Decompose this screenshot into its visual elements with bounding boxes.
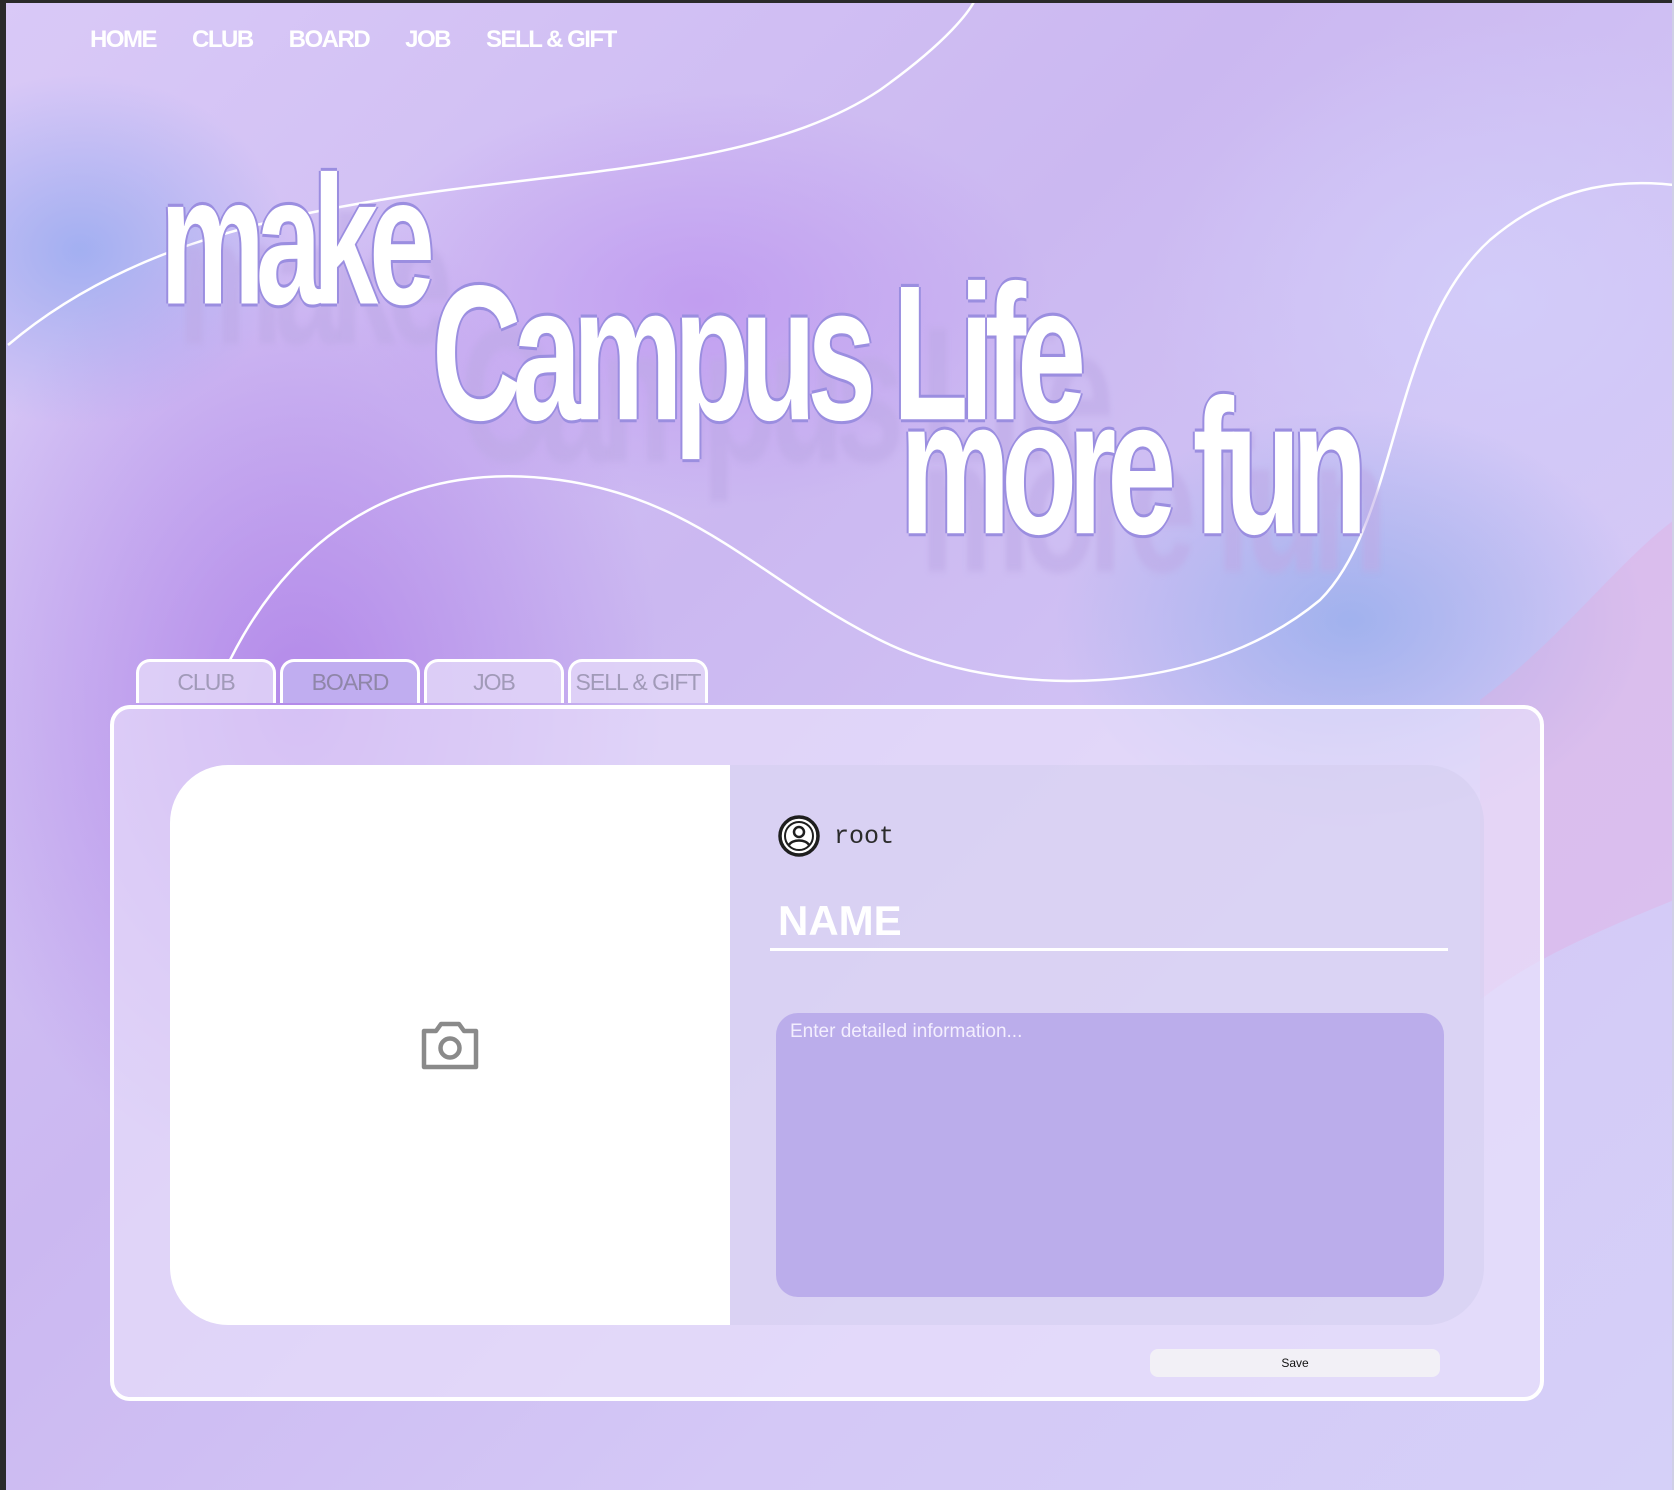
tab-sell-gift[interactable]: SELL & GIFT — [568, 659, 708, 703]
author-username: root — [834, 821, 895, 851]
tab-job[interactable]: JOB — [424, 659, 564, 703]
photo-upload-area[interactable] — [170, 765, 730, 1325]
tab-club[interactable]: CLUB — [136, 659, 276, 703]
hero-banner: make Campus Life more fun make Campus Li… — [0, 0, 1674, 620]
post-card: root — [170, 765, 1484, 1325]
detail-textarea[interactable] — [776, 1013, 1444, 1297]
author-row: root — [778, 815, 894, 857]
tab-board[interactable]: BOARD — [280, 659, 420, 703]
post-info-section: root — [730, 765, 1484, 1325]
hero-line-make: make — [160, 139, 435, 344]
save-button[interactable]: Save — [1150, 1349, 1440, 1377]
hero-line-more-fun: more fun — [900, 361, 1367, 576]
user-circle-icon — [778, 815, 820, 857]
category-tabs: CLUB BOARD JOB SELL & GIFT — [136, 659, 708, 703]
name-input[interactable] — [770, 893, 1448, 951]
camera-icon — [421, 1021, 479, 1070]
post-editor-panel: root Save — [110, 705, 1544, 1401]
